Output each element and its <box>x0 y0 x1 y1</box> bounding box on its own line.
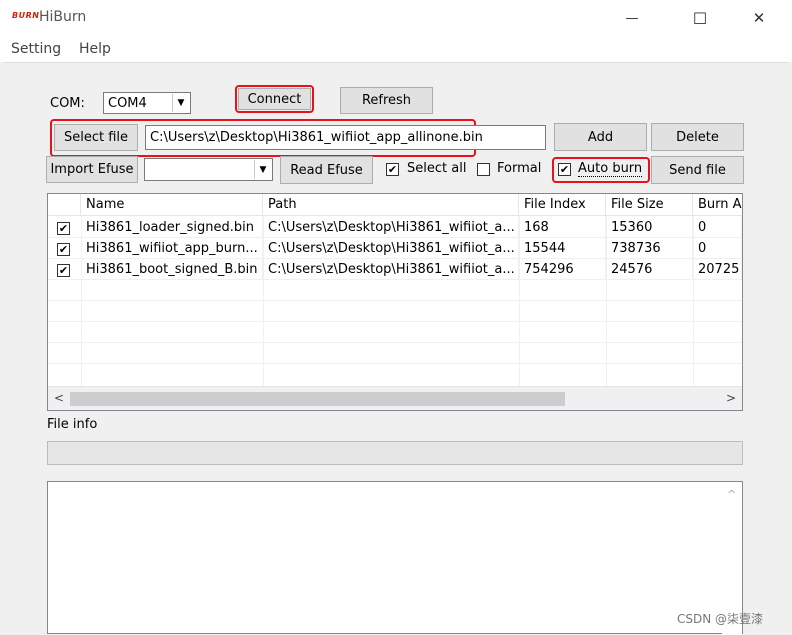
grid-line <box>48 321 742 322</box>
com-label: COM: <box>50 96 85 111</box>
watermark: CSDN @柒壹漆 <box>677 612 764 626</box>
cell-burn-addr: 0 <box>693 217 742 238</box>
cell-file-index: 754296 <box>519 259 606 280</box>
scroll-up-icon[interactable]: ^ <box>727 488 736 501</box>
file-path-value: C:\Users\z\Desktop\Hi3861_wifiiot_app_al… <box>150 130 483 145</box>
select-file-button[interactable]: Select file <box>54 124 138 151</box>
check-icon: ✔ <box>58 243 69 256</box>
connect-button[interactable]: Connect <box>238 88 311 110</box>
cell-file-size: 738736 <box>606 238 693 259</box>
cell-name: Hi3861_boot_signed_B.bin <box>81 259 263 280</box>
refresh-button[interactable]: Refresh <box>340 87 433 114</box>
close-icon: ✕ <box>752 9 766 27</box>
window-title: HiBurn <box>39 9 87 25</box>
cell-file-index: 168 <box>519 217 606 238</box>
row-checkbox[interactable]: ✔ <box>57 243 70 256</box>
close-button[interactable]: ✕ <box>736 0 782 36</box>
cell-burn-addr: 20725 <box>693 259 742 280</box>
select-all-checkbox[interactable]: ✔ <box>386 163 399 176</box>
table-header-file-size[interactable]: File Size <box>606 194 693 216</box>
auto-burn-checkbox[interactable]: ✔ <box>558 163 571 176</box>
cell-path: C:\Users\z\Desktop\Hi3861_wifiiot_a... <box>263 259 519 280</box>
menu-setting[interactable]: Setting <box>11 41 61 57</box>
scroll-right-icon[interactable]: > <box>726 391 736 405</box>
cell-burn-addr: 0 <box>693 238 742 259</box>
formal-label: Formal <box>497 161 542 176</box>
app-logo-icon: BURN <box>12 11 40 20</box>
table-header-file-index[interactable]: File Index <box>519 194 606 216</box>
menu-bar <box>0 36 792 62</box>
chevron-down-icon[interactable]: ▼ <box>254 160 271 179</box>
log-output[interactable]: ^ <box>47 481 743 635</box>
maximize-icon: ☐ <box>692 8 708 28</box>
formal-checkbox[interactable] <box>477 163 490 176</box>
efuse-select[interactable]: ▼ <box>144 158 273 181</box>
table-header-check <box>48 194 81 216</box>
file-table[interactable]: Name Path File Index File Size Burn A ✔ … <box>47 193 743 411</box>
check-icon: ✔ <box>387 163 398 176</box>
file-path-field[interactable]: C:\Users\z\Desktop\Hi3861_wifiiot_app_al… <box>145 125 546 150</box>
auto-burn-label: Auto burn <box>578 161 643 177</box>
cell-name: Hi3861_wifiiot_app_burn... <box>81 238 263 259</box>
scroll-left-icon[interactable]: < <box>54 391 64 405</box>
progress-bar <box>47 441 743 465</box>
table-header-name[interactable]: Name <box>81 194 263 216</box>
delete-button[interactable]: Delete <box>651 123 744 151</box>
horizontal-scrollbar[interactable]: < > <box>48 386 742 410</box>
check-icon: ✔ <box>559 163 570 176</box>
send-file-button[interactable]: Send file <box>651 156 744 184</box>
com-port-value: COM4 <box>108 95 147 111</box>
cell-path: C:\Users\z\Desktop\Hi3861_wifiiot_a... <box>263 238 519 259</box>
table-header-burn-addr[interactable]: Burn A <box>693 194 742 216</box>
com-port-select[interactable]: COM4 ▼ <box>103 92 191 114</box>
menu-help[interactable]: Help <box>79 41 111 57</box>
add-button[interactable]: Add <box>554 123 647 151</box>
cell-name: Hi3861_loader_signed.bin <box>81 217 263 238</box>
chevron-down-icon[interactable]: ▼ <box>172 94 189 112</box>
grid-line <box>48 363 742 364</box>
check-icon: ✔ <box>58 264 69 277</box>
row-checkbox[interactable]: ✔ <box>57 264 70 277</box>
cell-path: C:\Users\z\Desktop\Hi3861_wifiiot_a... <box>263 217 519 238</box>
minimize-icon: — <box>625 10 639 26</box>
cell-file-size: 24576 <box>606 259 693 280</box>
grid-line <box>48 300 742 301</box>
cell-file-size: 15360 <box>606 217 693 238</box>
select-all-label: Select all <box>407 161 467 176</box>
maximize-button[interactable]: ☐ <box>677 0 723 36</box>
import-efuse-button[interactable]: Import Efuse <box>46 156 138 183</box>
divider <box>4 62 788 63</box>
table-header-path[interactable]: Path <box>263 194 519 216</box>
check-icon: ✔ <box>58 222 69 235</box>
scrollbar-thumb[interactable] <box>70 392 565 406</box>
file-info-label: File info <box>47 417 98 432</box>
cell-file-index: 15544 <box>519 238 606 259</box>
minimize-button[interactable]: — <box>609 0 655 36</box>
grid-line <box>48 342 742 343</box>
title-bar <box>0 0 792 36</box>
read-efuse-button[interactable]: Read Efuse <box>280 156 373 184</box>
row-checkbox[interactable]: ✔ <box>57 222 70 235</box>
